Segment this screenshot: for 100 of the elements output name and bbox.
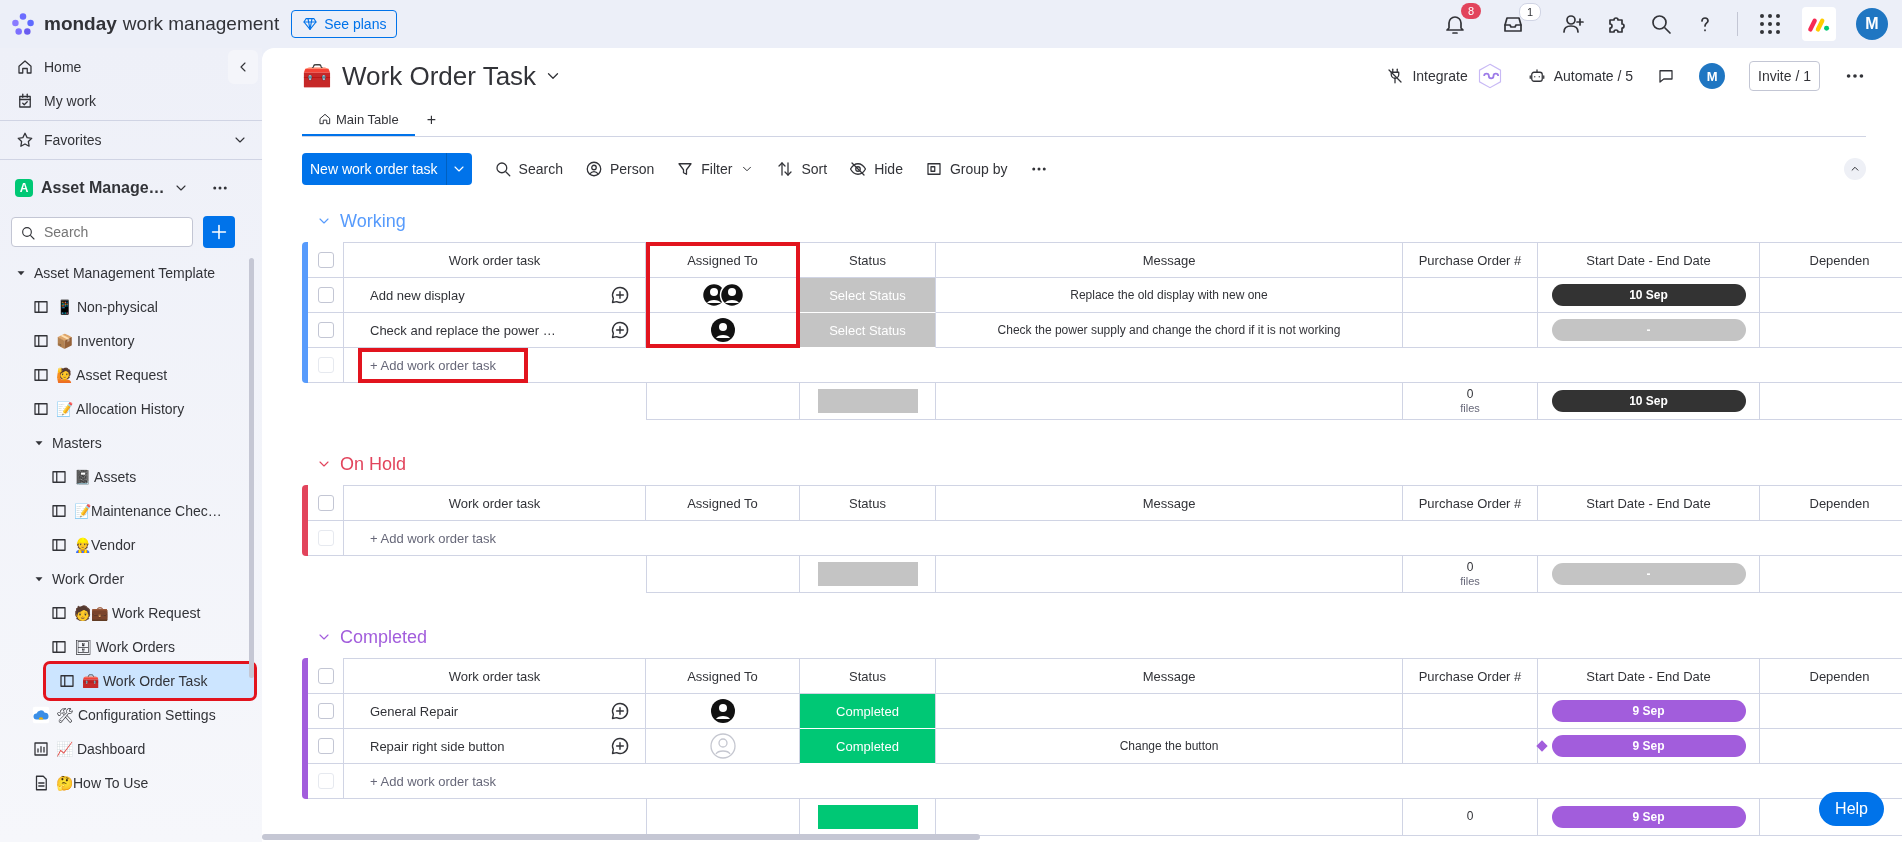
sidebar-tree-item[interactable]: 🗄 Work Orders: [0, 630, 248, 664]
board-action-button[interactable]: Integrate: [1386, 67, 1468, 85]
column-header[interactable]: Dependen: [1760, 658, 1902, 694]
column-header[interactable]: Message: [936, 485, 1403, 521]
column-header[interactable]: Dependen: [1760, 485, 1902, 521]
tree-item-label: 📈 Dashboard: [56, 741, 146, 757]
column-header[interactable]: Work order task: [344, 658, 646, 694]
column-header[interactable]: Dependen: [1760, 242, 1902, 278]
sidebar-tree-item[interactable]: 📝Maintenance Chec…: [0, 494, 248, 528]
see-plans-button[interactable]: See plans: [291, 10, 398, 38]
help-button[interactable]: Help: [1819, 792, 1884, 826]
sidebar-nav-item[interactable]: My work: [0, 84, 262, 118]
toolbar-button[interactable]: Person: [584, 160, 655, 178]
row-checkbox[interactable]: [317, 703, 334, 719]
favorites-item[interactable]: Favorites: [0, 123, 262, 157]
column-header[interactable]: Purchase Order #: [1403, 485, 1538, 521]
person-avatar-icon[interactable]: [709, 317, 736, 343]
toolbar-button[interactable]: Search: [493, 160, 563, 178]
new-item-button[interactable]: New work order task: [302, 153, 446, 185]
date-range-pill[interactable]: 9 Sep: [1551, 735, 1746, 757]
column-header[interactable]: Start Date - End Date: [1538, 485, 1760, 521]
person-avatar-icon[interactable]: [709, 698, 736, 724]
add-comment-icon[interactable]: [609, 701, 630, 721]
sidebar-tree-item[interactable]: 🙋 Asset Request: [0, 358, 248, 392]
add-comment-icon[interactable]: [609, 285, 630, 305]
row-checkbox[interactable]: [317, 322, 334, 338]
column-header[interactable]: Purchase Order #: [1403, 658, 1538, 694]
workspace-name[interactable]: Asset Manage…: [41, 179, 165, 197]
search-field[interactable]: Search: [11, 217, 193, 247]
sidebar-tree-item[interactable]: 📓 Assets: [0, 460, 248, 494]
add-item-field[interactable]: + Add work order task: [358, 763, 509, 799]
scrollbar-thumb[interactable]: [249, 258, 254, 678]
row-checkbox[interactable]: [317, 738, 334, 754]
select-all-checkbox[interactable]: [317, 667, 334, 684]
add-view-button[interactable]: +: [414, 104, 448, 136]
invite-person-icon[interactable]: [1561, 12, 1585, 36]
star-icon: [16, 131, 34, 149]
add-item-field[interactable]: + Add work order task: [358, 347, 529, 383]
user-avatar[interactable]: M: [1856, 8, 1888, 40]
invite-button[interactable]: Invite / 1: [1749, 61, 1820, 91]
date-range-pill[interactable]: 9 Sep: [1551, 700, 1746, 722]
board-title[interactable]: Work Order Task: [342, 60, 537, 92]
sidebar-tree-item[interactable]: Work Order: [0, 562, 248, 596]
sidebar-tree-item[interactable]: 🧰 Work Order Task: [46, 664, 254, 698]
group-title[interactable]: Completed: [340, 626, 428, 648]
sidebar-tree-item[interactable]: 📱 Non-physical: [0, 290, 248, 324]
sidebar-nav-item[interactable]: Home: [0, 50, 262, 84]
row-checkbox[interactable]: [317, 287, 334, 303]
add-comment-icon[interactable]: [609, 736, 630, 756]
task-name[interactable]: Check and replace the power …: [344, 313, 594, 348]
toolbar-button[interactable]: Group by: [924, 160, 1008, 178]
date-range-pill[interactable]: 10 Sep: [1551, 284, 1746, 306]
column-header[interactable]: Work order task: [344, 242, 646, 278]
product-switcher-icon[interactable]: [1802, 7, 1836, 41]
sidebar-tree-item[interactable]: 🤔How To Use: [0, 766, 248, 800]
notification-count-badge: 8: [1461, 3, 1481, 19]
view-tab[interactable]: Main Table: [302, 104, 415, 136]
task-name[interactable]: General Repair: [344, 694, 594, 729]
column-header[interactable]: Message: [936, 658, 1403, 694]
chat-icon[interactable]: [1657, 67, 1676, 85]
task-name[interactable]: Add new display: [344, 278, 594, 313]
task-name[interactable]: Repair right side button: [344, 729, 594, 764]
add-item-field[interactable]: + Add work order task: [358, 520, 509, 556]
apps-grid-icon[interactable]: [1758, 12, 1782, 36]
group-title[interactable]: On Hold: [340, 453, 407, 475]
sidebar-tree-item[interactable]: 🛠 Configuration Settings: [0, 698, 248, 732]
sidebar-tree-item[interactable]: Asset Management Template: [0, 256, 248, 290]
sidebar-tree-item[interactable]: 📈 Dashboard: [0, 732, 248, 766]
sidebar-tree-item[interactable]: Masters: [0, 426, 248, 460]
tree-item-label: 🗄 Work Orders: [74, 639, 175, 655]
file-count: 0: [1466, 561, 1474, 575]
sidebar-tree-item[interactable]: 📦 Inventory: [0, 324, 248, 358]
add-comment-icon[interactable]: [609, 320, 630, 340]
select-all-checkbox[interactable]: [317, 494, 334, 511]
board-icon: [50, 604, 68, 622]
toolbar-button[interactable]: Sort: [776, 160, 828, 178]
sidebar-tree-item[interactable]: 📝 Allocation History: [0, 392, 248, 426]
column-header[interactable]: Start Date - End Date: [1538, 242, 1760, 278]
avatar-group-icon[interactable]: [700, 282, 745, 308]
user-avatar[interactable]: M: [1699, 63, 1726, 89]
column-header[interactable]: Message: [936, 242, 1403, 278]
add-button[interactable]: [203, 216, 235, 248]
sidebar-tree-item[interactable]: 🧑💼 Work Request: [0, 596, 248, 630]
calendar-check-icon: [16, 92, 34, 110]
column-header[interactable]: Assigned To: [646, 485, 800, 521]
search-icon[interactable]: [1649, 12, 1673, 36]
select-all-checkbox[interactable]: [317, 251, 334, 268]
column-header[interactable]: Status: [800, 485, 936, 521]
toolbar-button[interactable]: Filter: [676, 160, 733, 178]
column-header[interactable]: Purchase Order #: [1403, 242, 1538, 278]
board-action-button[interactable]: Automate / 5: [1527, 67, 1634, 85]
toolbar-button[interactable]: Hide: [849, 160, 903, 178]
tree-item-label: 📝 Allocation History: [56, 401, 185, 417]
scrollbar-thumb[interactable]: [262, 834, 980, 840]
column-header[interactable]: Assigned To: [646, 658, 800, 694]
favorites-label: Favorites: [44, 132, 103, 148]
dropdown-button[interactable]: [445, 153, 472, 185]
column-header[interactable]: Start Date - End Date: [1538, 658, 1760, 694]
tree-item-label: 🙋 Asset Request: [56, 367, 168, 383]
column-header[interactable]: Work order task: [344, 485, 646, 521]
